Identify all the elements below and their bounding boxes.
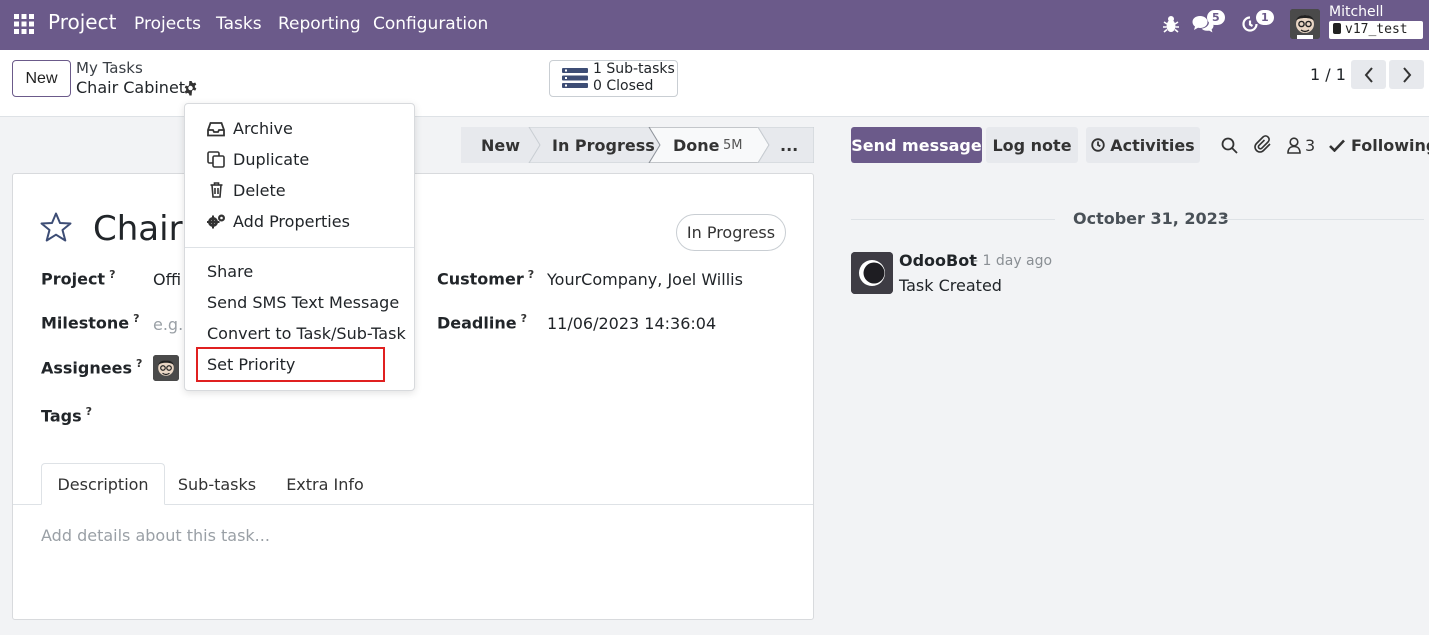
date-separator-left bbox=[851, 219, 1055, 220]
trash-icon bbox=[210, 182, 223, 198]
followers-person-icon[interactable] bbox=[1287, 137, 1301, 154]
log-note-button[interactable]: Log note bbox=[986, 127, 1078, 163]
assignees-label: Assignees? bbox=[41, 357, 143, 378]
menu-configuration[interactable]: Configuration bbox=[373, 13, 488, 35]
tags-label: Tags? bbox=[41, 405, 93, 426]
customer-label: Customer? bbox=[437, 268, 535, 289]
subtasks-list-icon bbox=[562, 68, 588, 88]
tab-sub-tasks[interactable]: Sub-tasks bbox=[165, 463, 269, 505]
stage-done-tag: 5M bbox=[723, 138, 743, 153]
breadcrumb-current: Chair Cabinet bbox=[76, 78, 186, 97]
messages-count-badge: 5 bbox=[1207, 10, 1225, 25]
description-editor[interactable]: Add details about this task... bbox=[41, 526, 270, 545]
project-label: Project? bbox=[41, 268, 116, 289]
chevron-left-icon bbox=[1364, 66, 1374, 83]
menu-tasks[interactable]: Tasks bbox=[216, 13, 262, 35]
check-icon bbox=[1329, 139, 1345, 152]
pager-previous-button[interactable] bbox=[1351, 60, 1386, 89]
message-time: - 1 day ago bbox=[973, 253, 1053, 269]
apps-menu-icon[interactable] bbox=[14, 14, 34, 34]
activities-count-badge: 1 bbox=[1256, 10, 1274, 25]
milestone-label: Milestone? bbox=[41, 312, 140, 333]
star-priority-icon[interactable] bbox=[40, 212, 72, 242]
database-name: v17_test bbox=[1345, 22, 1408, 37]
clock-icon bbox=[1091, 138, 1105, 152]
highlight-box bbox=[196, 347, 385, 382]
gear-icon[interactable] bbox=[183, 81, 198, 96]
menu-item-add-properties[interactable]: Add Properties bbox=[233, 212, 350, 232]
message-author[interactable]: OdooBot bbox=[899, 251, 977, 270]
subtasks-count: 1 Sub-tasks bbox=[593, 61, 675, 77]
debug-bug-icon[interactable] bbox=[1163, 15, 1179, 33]
activities-button[interactable]: Activities bbox=[1086, 127, 1200, 163]
cogs-icon bbox=[207, 213, 226, 229]
following-button[interactable]: Following bbox=[1351, 136, 1429, 155]
new-button[interactable]: New bbox=[12, 60, 71, 97]
odoobot-avatar[interactable] bbox=[851, 252, 893, 294]
menu-reporting[interactable]: Reporting bbox=[278, 13, 361, 35]
user-avatar[interactable] bbox=[1290, 9, 1320, 39]
subtasks-closed: 0 Closed bbox=[593, 78, 654, 94]
deadline-value[interactable]: 11/06/2023 14:36:04 bbox=[547, 314, 716, 333]
menu-item-duplicate[interactable]: Duplicate bbox=[233, 150, 309, 170]
stage-statusbar: New In Progress Done 5M ... bbox=[461, 127, 814, 163]
stage-in-progress[interactable]: In Progress bbox=[552, 136, 655, 155]
stage-more-button[interactable]: ... bbox=[780, 136, 798, 155]
help-tooltip[interactable]: ? bbox=[136, 357, 142, 370]
project-value[interactable]: Offi bbox=[153, 270, 181, 289]
menu-projects[interactable]: Projects bbox=[134, 13, 201, 35]
tab-extra-info[interactable]: Extra Info bbox=[269, 463, 381, 505]
pager-value[interactable]: 1 / 1 bbox=[1310, 65, 1346, 84]
help-tooltip[interactable]: ? bbox=[528, 268, 534, 281]
stage-done[interactable]: Done bbox=[673, 136, 720, 155]
customer-value[interactable]: YourCompany, Joel Willis bbox=[547, 270, 743, 289]
help-tooltip[interactable]: ? bbox=[109, 268, 115, 281]
tab-description[interactable]: Description bbox=[41, 463, 165, 505]
help-tooltip[interactable]: ? bbox=[133, 312, 139, 325]
milestone-input[interactable]: e.g. bbox=[153, 315, 183, 334]
menu-item-share[interactable]: Share bbox=[207, 262, 253, 282]
deadline-label: Deadline? bbox=[437, 312, 527, 333]
message-date-separator: October 31, 2023 bbox=[1073, 209, 1229, 228]
menu-item-send-sms[interactable]: Send SMS Text Message bbox=[207, 293, 399, 313]
assignee-avatar[interactable] bbox=[153, 355, 179, 381]
date-separator-right bbox=[1222, 219, 1424, 220]
send-message-button[interactable]: Send message bbox=[851, 127, 982, 163]
database-tag: v17_test bbox=[1329, 21, 1423, 39]
archive-icon bbox=[207, 121, 225, 137]
message-body: Task Created bbox=[899, 276, 1002, 295]
subtasks-smart-button[interactable]: 1 Sub-tasks 0 Closed bbox=[549, 60, 678, 97]
help-tooltip[interactable]: ? bbox=[521, 312, 527, 325]
paperclip-icon[interactable] bbox=[1254, 135, 1274, 155]
followers-count[interactable]: 3 bbox=[1305, 136, 1315, 155]
menu-item-convert-task[interactable]: Convert to Task/Sub-Task bbox=[207, 324, 406, 344]
search-icon[interactable] bbox=[1221, 137, 1238, 154]
top-navbar: Project Projects Tasks Reporting Configu… bbox=[0, 0, 1429, 50]
pager-next-button[interactable] bbox=[1389, 60, 1424, 89]
app-brand[interactable]: Project bbox=[48, 11, 116, 33]
menu-item-delete[interactable]: Delete bbox=[233, 181, 286, 201]
database-icon bbox=[1333, 23, 1341, 34]
menu-divider bbox=[185, 247, 414, 248]
menu-item-archive[interactable]: Archive bbox=[233, 119, 293, 139]
task-state-button[interactable]: In Progress bbox=[676, 214, 786, 251]
chevron-right-icon bbox=[1402, 66, 1412, 83]
help-tooltip[interactable]: ? bbox=[86, 405, 92, 418]
breadcrumb-parent[interactable]: My Tasks bbox=[76, 59, 143, 77]
activities-label: Activities bbox=[1110, 135, 1195, 155]
duplicate-icon bbox=[207, 151, 225, 168]
stage-new[interactable]: New bbox=[481, 136, 520, 155]
